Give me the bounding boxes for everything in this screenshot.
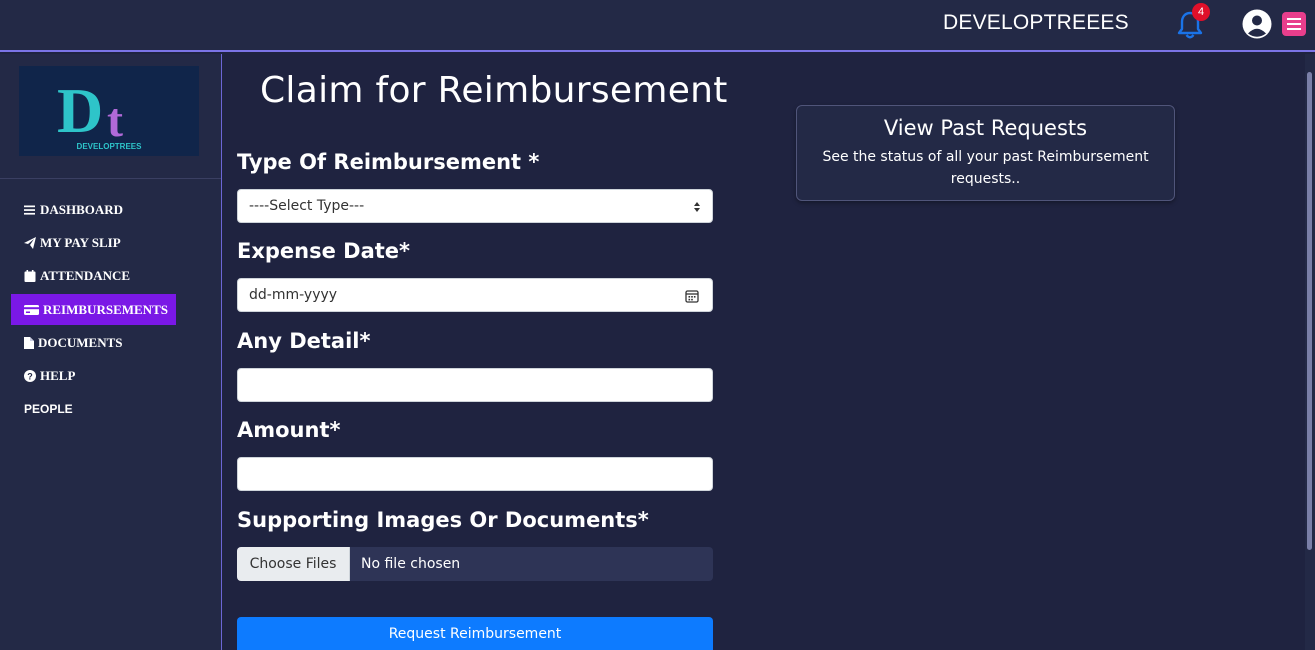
sidebar-item-dashboard[interactable]: DASHBOARD [11,194,123,225]
svg-text:D: D [57,75,103,146]
sidebar-item-label: ATTENDANCE [40,267,131,283]
choose-files-button[interactable]: Choose Files [237,547,350,581]
past-requests-description: See the status of all your past Reimburs… [822,149,1149,187]
bars-icon [24,205,35,215]
select-arrows-icon [694,202,700,212]
documents-label: Supporting Images Or Documents* [237,508,649,532]
type-label: Type Of Reimbursement * [237,150,540,174]
sidebar-item-reimbursements[interactable]: REIMBURSEMENTS [11,294,176,325]
scrollbar-thumb[interactable] [1307,72,1312,550]
sidebar-item-people[interactable]: PEOPLE [11,393,73,424]
sidebar-divider [0,178,221,179]
sidebar-item-label: REIMBURSEMENTS [43,301,168,317]
svg-text:DEVELOPTREES: DEVELOPTREES [77,142,143,151]
page-title: Claim for Reimbursement [260,70,728,111]
detail-label: Any Detail* [237,329,371,353]
sidebar-item-label: DASHBOARD [40,201,124,217]
sidebar-item-label: MY PAY SLIP [40,234,121,250]
calendar-icon [24,269,36,282]
brand-name: DEVELOPTREEES [943,11,1129,34]
detail-input[interactable] [237,368,713,402]
company-logo: D t DEVELOPTREES [19,66,199,156]
file-upload-input[interactable]: Choose Files No file chosen [237,547,713,581]
main-content: Claim for Reimbursement Type Of Reimburs… [222,54,1305,650]
amount-label: Amount* [237,418,341,442]
sidebar-item-attendance[interactable]: ATTENDANCE [11,260,130,291]
svg-text:t: t [107,94,123,147]
date-label: Expense Date* [237,239,411,263]
select-value: ----Select Type--- [249,198,365,214]
amount-input[interactable] [237,457,713,491]
sidebar-item-documents[interactable]: DOCUMENTS [11,327,123,358]
file-icon [24,336,34,349]
reimbursement-type-select[interactable]: ----Select Type--- [237,189,713,223]
sidebar-item-label: HELP [40,367,76,383]
paper-plane-icon [24,236,36,249]
request-reimbursement-button[interactable]: Request Reimbursement [237,617,713,650]
question-circle-icon: ? [24,369,36,382]
expense-date-field[interactable]: dd-mm-yyyy [237,278,713,312]
date-placeholder: dd-mm-yyyy [249,287,338,303]
past-requests-title: View Past Requests [883,116,1088,140]
top-navbar: DEVELOPTREEES 4 [0,0,1315,52]
user-circle-icon[interactable] [1242,9,1272,39]
svg-text:?: ? [27,371,33,381]
file-status: No file chosen [361,556,461,572]
sidebar: D t DEVELOPTREES DASHBOARD MY PAY SLIP A… [0,54,222,650]
notification-badge: 4 [1192,3,1210,21]
page-scrollbar[interactable] [1305,54,1315,650]
sidebar-item-label: PEOPLE [24,401,73,416]
hamburger-menu-button[interactable] [1282,12,1306,36]
view-past-requests-card[interactable]: View Past Requests See the status of all… [796,105,1175,201]
sidebar-item-help[interactable]: ? HELP [11,360,75,391]
calendar-icon[interactable] [685,289,699,303]
sidebar-item-my-pay-slip[interactable]: MY PAY SLIP [11,227,121,258]
credit-card-icon [24,304,39,315]
sidebar-item-label: DOCUMENTS [38,334,123,350]
